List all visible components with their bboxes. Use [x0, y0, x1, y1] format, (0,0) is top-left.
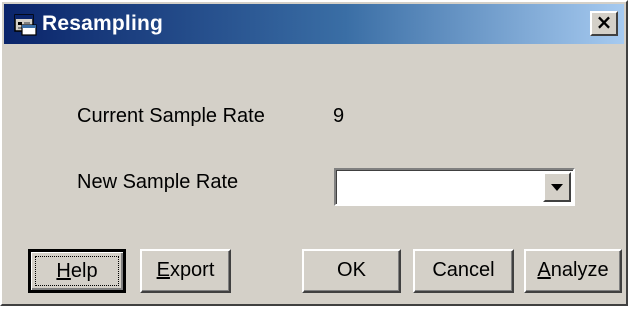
app-icon: [12, 11, 38, 37]
focus-rect: [35, 256, 119, 286]
export-mnemonic: E: [156, 259, 170, 281]
title-bar[interactable]: Resampling ×: [4, 4, 624, 44]
current-sample-rate-value: 9: [333, 105, 345, 127]
ok-button[interactable]: OK: [302, 249, 401, 293]
export-label: xport: [169, 259, 215, 281]
new-sample-rate-select[interactable]: [334, 168, 575, 206]
chevron-down-icon: [551, 184, 563, 191]
ok-label: OK: [337, 259, 366, 281]
export-button[interactable]: Export: [140, 249, 231, 293]
analyze-mnemonic: A: [537, 259, 551, 281]
analyze-button[interactable]: Analyze: [524, 249, 622, 293]
cancel-button[interactable]: Cancel: [413, 249, 514, 293]
close-button[interactable]: ×: [590, 11, 618, 36]
new-sample-rate-label: New Sample Rate: [77, 171, 239, 193]
window-title: Resampling: [42, 12, 164, 35]
close-icon: ×: [595, 10, 613, 34]
analyze-label: nalyze: [550, 259, 609, 281]
cancel-label: Cancel: [432, 259, 495, 281]
dropdown-button[interactable]: [543, 172, 571, 202]
help-button[interactable]: Help: [28, 249, 126, 293]
current-sample-rate-label: Current Sample Rate: [77, 105, 265, 127]
resampling-dialog: Resampling × Current Sample Rate 9 New S…: [0, 0, 628, 306]
